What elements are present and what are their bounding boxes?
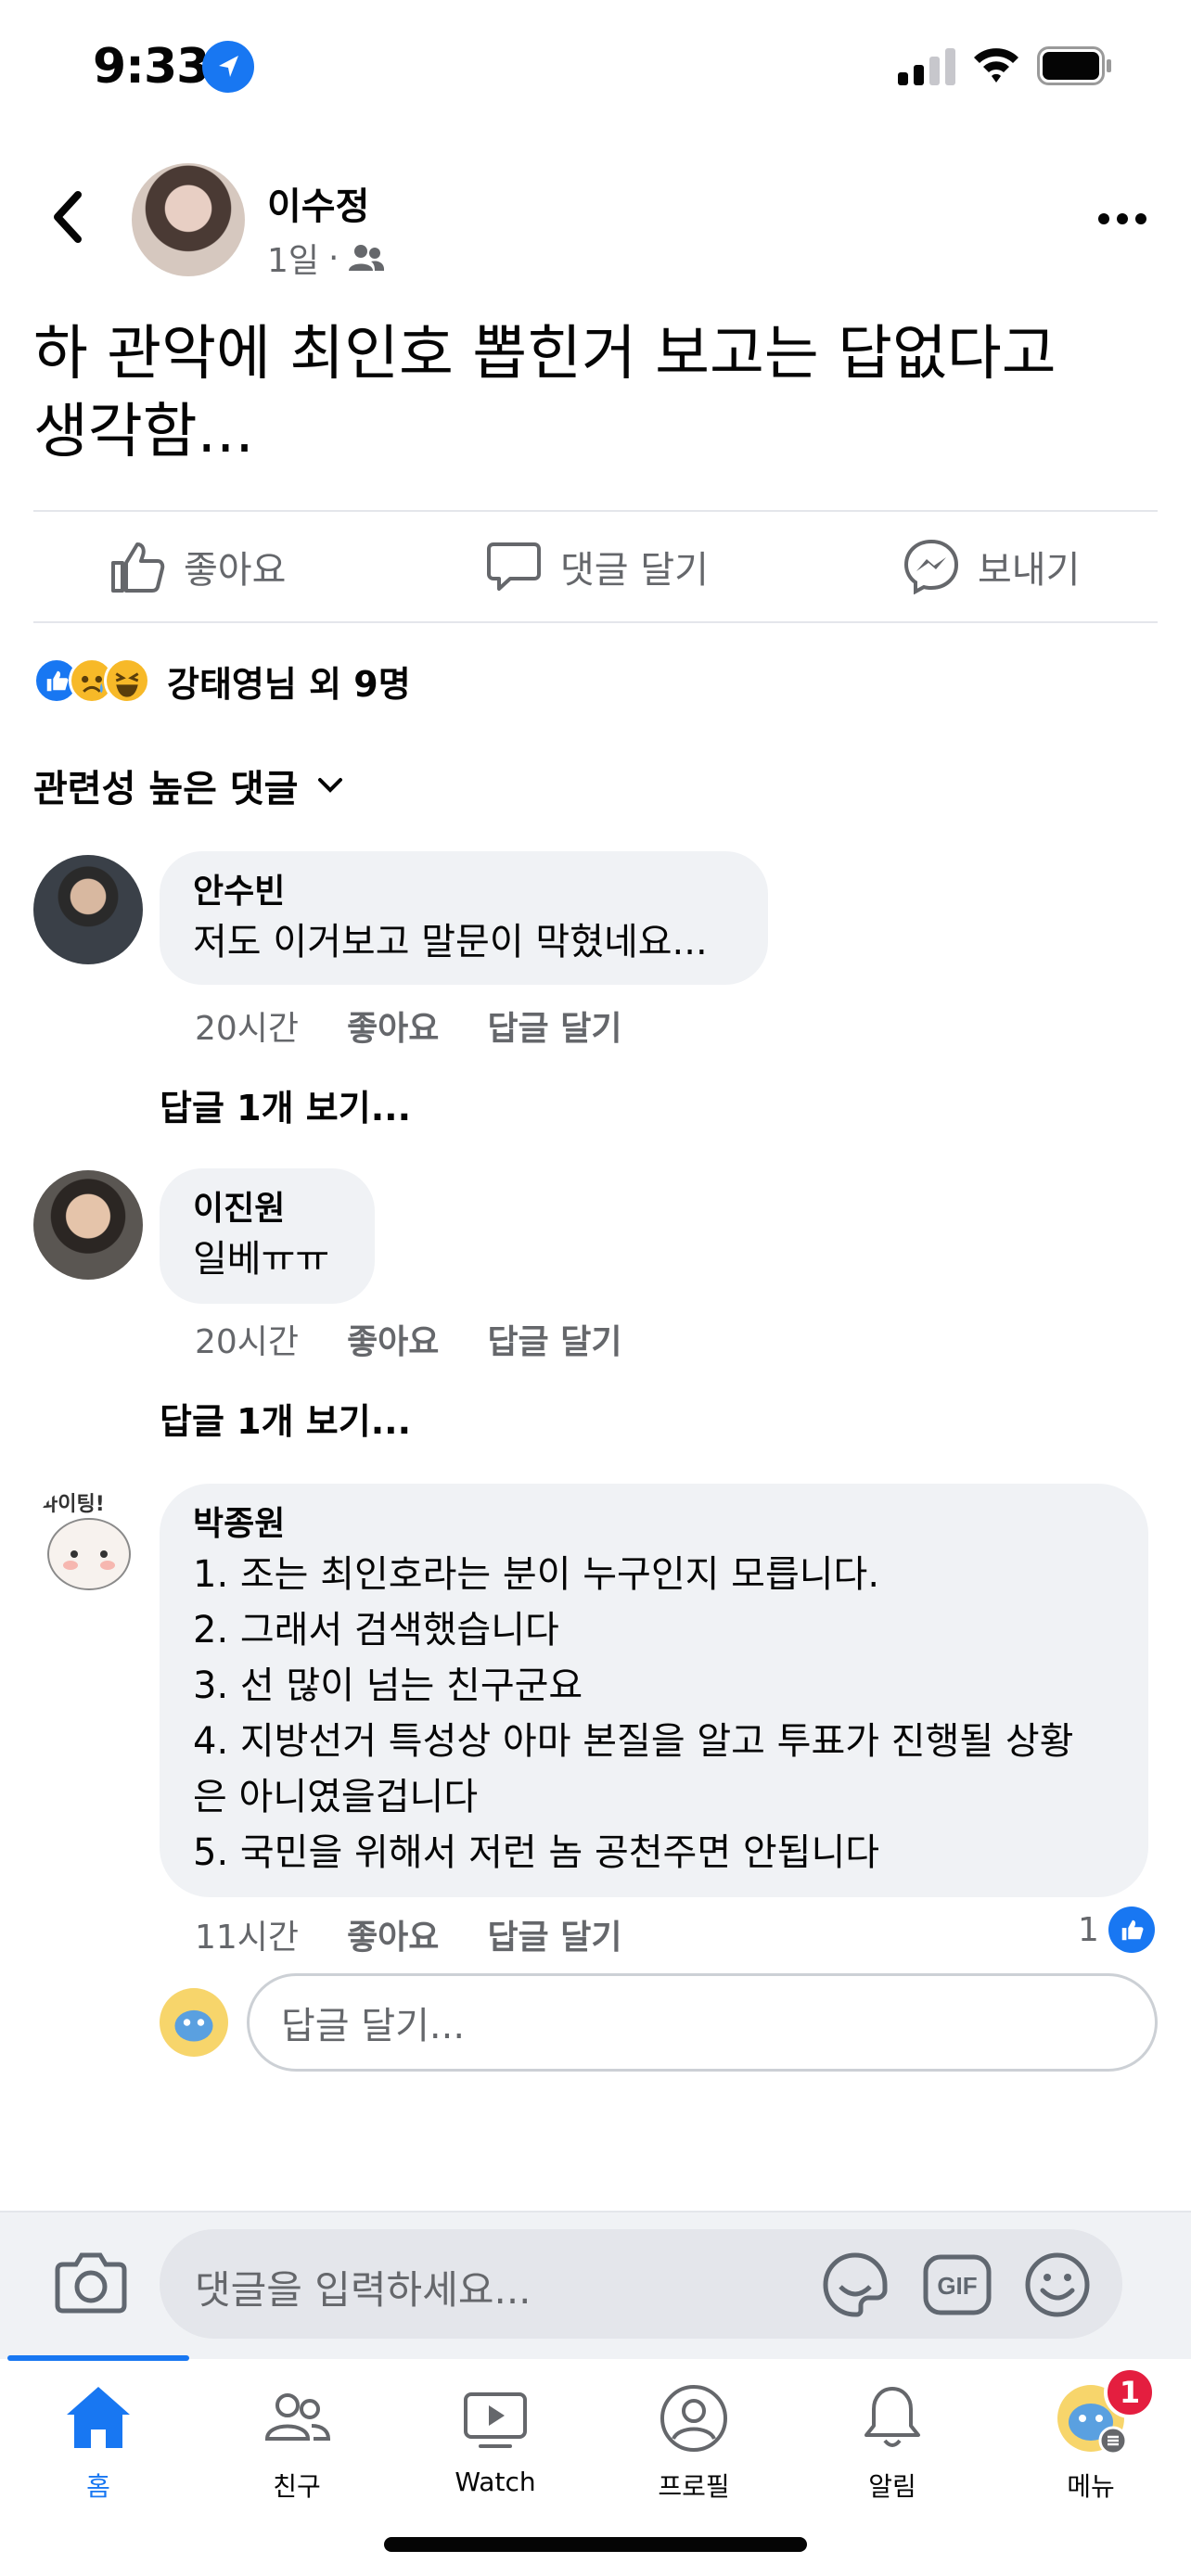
comment-line: 은 아니였을겁니다 [193,1776,479,1818]
reply-input[interactable]: 답글 달기... [247,1973,1158,2072]
like-button[interactable]: 좋아요 [109,534,286,599]
comment-meta: 11시간 좋아요 답글 달기 [195,1910,621,1958]
comment-meta: 20시간 좋아요 답글 달기 [195,1315,621,1363]
location-icon [202,41,254,93]
tab-notifications[interactable]: 알림 [818,2381,967,2504]
sticker-icon[interactable] [820,2250,890,2320]
comment-meta: 20시간 좋아요 답글 달기 [195,1001,621,1050]
comment-like-button[interactable]: 좋아요 [347,1910,439,1958]
view-replies-link[interactable]: 답글 1개 보기... [160,1393,411,1444]
emoji-icon[interactable] [1022,2250,1093,2320]
like-count: 1 [1078,1910,1099,1949]
comment-line: 2. 그래서 검색했습니다 [193,1609,559,1651]
messenger-icon [903,539,959,594]
comment-text: 저도 이거보고 말문이 막혔네요... [193,921,708,963]
commenter-avatar[interactable] [33,855,143,964]
post-text-line: 생각함... [33,398,254,466]
comment-like-count[interactable]: 1 [1078,1906,1155,1953]
comment-sort-label: 관련성 높은 댓글 [33,768,299,810]
reactions-summary[interactable]: 강태영님 외 9명 [33,655,411,707]
comment-reply-button[interactable]: 답글 달기 [487,1001,621,1050]
gif-icon[interactable]: GIF [922,2250,992,2320]
like-label: 좋아요 [184,549,287,592]
comment-bubble: 박종원 1. 조는 최인호라는 분이 누구인지 모릅니다. 2. 그래서 검색했… [160,1484,1148,1897]
like-reaction-icon [1108,1906,1155,1953]
commenter-avatar[interactable] [33,1170,143,1280]
comment-line: 1. 조는 최인호라는 분이 누구인지 모릅니다. [193,1553,880,1596]
comment-time: 20시간 [195,1010,300,1048]
send-label: 보내기 [978,549,1081,592]
send-button[interactable]: 보내기 [903,534,1080,599]
camera-icon[interactable] [54,2250,128,2315]
tab-label: 홈 [86,2471,110,2502]
sticker-caption: 파이팅! [39,1493,105,1516]
comment-bubble: 이진원 일베ㅠㅠ [160,1168,375,1304]
tab-label: Watch [455,2467,536,2497]
back-arrow-icon[interactable] [43,182,95,252]
poster-name[interactable]: 이수정 [267,176,369,230]
post-age: 1일 [267,242,320,280]
more-options-icon[interactable] [1095,200,1150,237]
poster-avatar[interactable] [132,163,245,276]
view-replies-link[interactable]: 답글 1개 보기... [160,1079,411,1130]
comment-like-button[interactable]: 좋아요 [347,1001,439,1050]
comment-line: 5. 국민을 위해서 저런 놈 공천주면 안됩니다 [193,1831,880,1874]
divider [33,510,1158,512]
battery-icon [1037,46,1111,85]
my-avatar [160,1988,228,2057]
comment-author[interactable]: 이진원 [193,1187,341,1231]
reactions-text: 강태영님 외 9명 [167,663,411,705]
profile-icon [660,2385,727,2452]
comment-reply-button[interactable]: 답글 달기 [487,1315,621,1363]
comment-button[interactable]: 댓글 달기 [486,534,709,599]
tab-label: 친구 [273,2471,321,2502]
comment-text: 일베ㅠㅠ [193,1238,330,1281]
watch-icon [464,2392,527,2448]
status-time: 9:33 [93,39,210,95]
tab-profile[interactable]: 프로필 [620,2381,768,2504]
comment-author[interactable]: 안수빈 [193,870,735,914]
active-tab-indicator [7,2355,189,2361]
comment-sort-dropdown[interactable]: 관련성 높은 댓글 [33,759,344,812]
comment-like-button[interactable]: 좋아요 [347,1315,439,1363]
commenter-avatar[interactable]: 파이팅! [33,1484,143,1593]
comment-reply-button[interactable]: 답글 달기 [487,1910,621,1958]
comment-time: 20시간 [195,1323,300,1361]
chevron-down-icon [318,778,343,793]
friends-icon [349,245,385,271]
comment-icon [487,542,541,591]
svg-text:GIF: GIF [937,2272,977,2300]
cellular-signal-icon [898,48,955,85]
comment-bubble: 안수빈 저도 이거보고 말문이 막혔네요... [160,851,768,985]
tab-label: 알림 [868,2471,916,2502]
tab-label: 프로필 [658,2471,730,2502]
tab-label: 메뉴 [1067,2471,1115,2502]
tab-home[interactable]: 홈 [24,2381,173,2504]
meta-dot: · [328,238,339,277]
home-icon [67,2387,130,2448]
haha-reaction-icon [104,657,150,704]
notification-badge: 1 [1104,2366,1156,2418]
friends-icon [264,2393,331,2441]
bell-icon [864,2387,920,2447]
comment-author[interactable]: 박종원 [193,1502,1115,1547]
comment-time: 11시간 [195,1919,300,1957]
post-meta: 1일 · [267,234,385,282]
comment-line: 3. 선 많이 넘는 친구군요 [193,1664,583,1707]
comment-input-placeholder: 댓글을 입력하세요... [195,2267,531,2313]
tab-friends[interactable]: 친구 [223,2381,371,2504]
thumbs-up-icon [111,542,165,593]
comment-line: 4. 지방선거 특성상 아마 본질을 알고 투표가 진행될 상황 [193,1720,1074,1763]
reply-row: 답글 달기... [160,1973,1158,2072]
wifi-icon [974,48,1018,83]
post-text-line: 하 관악에 최인호 뽑힌거 보고는 답없다고 [33,320,1057,389]
post-text: 하 관악에 최인호 뽑힌거 보고는 답없다고 생각함... [33,315,1156,471]
tab-watch[interactable]: Watch [421,2381,570,2497]
divider [33,621,1158,623]
home-indicator [384,2537,807,2552]
comment-label: 댓글 달기 [560,549,709,592]
